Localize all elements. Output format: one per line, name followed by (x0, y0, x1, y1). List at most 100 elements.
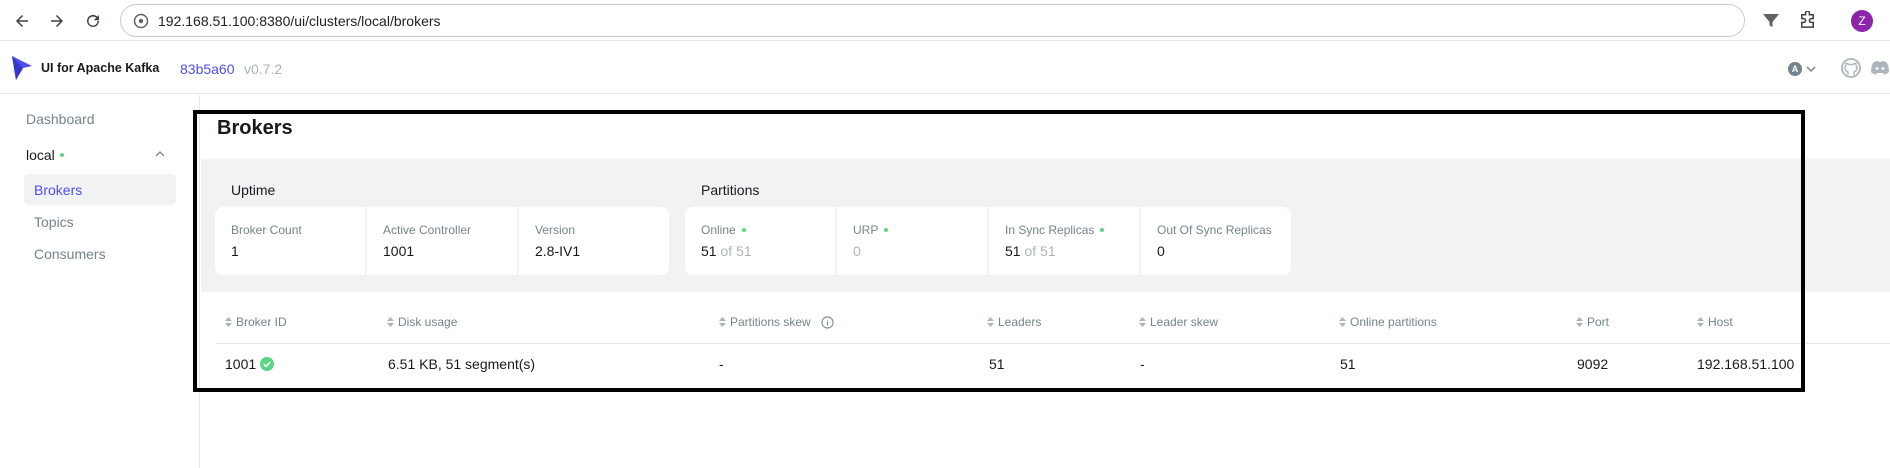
address-bar[interactable]: 192.168.51.100:8380/ui/clusters/local/br… (120, 4, 1745, 37)
in-sync-replicas-card: In Sync Replicas 51 of 51 (989, 207, 1139, 275)
status-dot (1100, 228, 1105, 232)
online-partitions-card: Online 51 of 51 (685, 207, 835, 275)
column-header-host[interactable]: Host (1697, 315, 1733, 329)
sidebar-item-cluster-local[interactable]: local (26, 147, 64, 163)
metric-value: 0 (1157, 243, 1165, 259)
metric-label: URP (853, 223, 973, 237)
uptime-cards: Broker Count 1 Active Controller 1001 Ve… (215, 207, 669, 275)
theme-selector[interactable]: A (1788, 60, 1816, 78)
metrics-band: Uptime Broker Count 1 Active Controller … (201, 159, 1890, 292)
commit-link[interactable]: 83b5a60 (180, 61, 235, 77)
sidebar: Dashboard local Brokers Topics Consumers (0, 95, 200, 468)
reload-icon (87, 14, 99, 27)
sort-icon (1576, 317, 1583, 327)
column-header-label: Partitions skew (730, 315, 811, 329)
metric-label-text: URP (853, 223, 879, 237)
arrow-left-icon (16, 15, 28, 27)
column-header-label: Disk usage (398, 315, 458, 329)
out-of-sync-replicas-card: Out Of Sync Replicas 0 (1141, 207, 1291, 275)
extensions-icon[interactable] (1798, 11, 1817, 30)
partitions-title: Partitions (701, 182, 760, 198)
metric-value: 51 of 51 (701, 243, 821, 259)
chevron-down-icon (1806, 65, 1816, 72)
column-header-disk-usage[interactable]: Disk usage (387, 315, 457, 329)
sort-icon (987, 317, 994, 327)
kafka-ui-logo-icon[interactable] (10, 54, 34, 82)
sidebar-item-brokers[interactable]: Brokers (34, 182, 82, 198)
metric-label: Version (535, 223, 576, 237)
sort-icon (1139, 317, 1146, 327)
arrow-right-icon (51, 15, 63, 27)
metric-label-text: In Sync Replicas (1005, 223, 1095, 237)
cell-leader-skew: - (1140, 356, 1145, 372)
forward-button[interactable] (44, 8, 70, 34)
metric-value-number: 51 (1005, 243, 1021, 259)
column-header-leader-skew[interactable]: Leader skew (1139, 315, 1218, 329)
cell-broker-id[interactable]: 1001 (225, 356, 275, 372)
column-header-broker-id[interactable]: Broker ID (225, 315, 287, 329)
active-controller-card: Active Controller 1001 (367, 207, 517, 275)
version-text: v0.7.2 (244, 61, 283, 77)
urp-card: URP 0 (837, 207, 987, 275)
extension-filter-icon[interactable] (1762, 12, 1780, 28)
cell-disk-usage: 6.51 KB, 51 segment(s) (388, 356, 536, 372)
cluster-online-indicator (59, 153, 64, 157)
cell-leaders: 51 (989, 356, 1005, 372)
sort-icon (719, 317, 726, 327)
github-icon[interactable] (1841, 58, 1861, 78)
column-header-online-partitions[interactable]: Online partitions (1339, 315, 1437, 329)
status-dot (741, 228, 746, 232)
browser-toolbar: 192.168.51.100:8380/ui/clusters/local/br… (0, 0, 1890, 41)
partitions-cards: Online 51 of 51 URP 0 In Sync Replicas 5… (685, 207, 1291, 275)
sort-icon (225, 317, 232, 327)
chevron-up-icon[interactable] (155, 150, 165, 158)
cell-online-partitions: 51 (1340, 356, 1356, 372)
reload-button[interactable] (80, 8, 106, 34)
column-header-label: Online partitions (1350, 315, 1437, 329)
column-header-partitions-skew[interactable]: Partitions skew (719, 315, 834, 329)
profile-avatar[interactable]: Z (1851, 10, 1873, 32)
main-content: Brokers Uptime Broker Count 1 Active Con… (201, 95, 1890, 468)
column-header-port[interactable]: Port (1576, 315, 1609, 329)
metric-value-suffix: of 51 (1024, 243, 1056, 259)
sort-icon (1339, 317, 1346, 327)
app-header: UI for Apache Kafka 83b5a60 v0.7.2 A (0, 42, 1890, 94)
metric-value: 2.8-IV1 (535, 243, 581, 259)
back-button[interactable] (9, 8, 35, 34)
check-circle-icon (260, 357, 275, 371)
metric-label: Online (701, 223, 821, 237)
app-name[interactable]: UI for Apache Kafka (41, 61, 159, 75)
metric-label: Broker Count (231, 223, 302, 237)
column-header-label: Leader skew (1150, 315, 1219, 329)
status-dot (884, 228, 889, 232)
sidebar-item-dashboard[interactable]: Dashboard (26, 111, 95, 127)
discord-icon[interactable] (1870, 58, 1890, 78)
broker-count-card: Broker Count 1 (215, 207, 365, 275)
theme-badge-icon: A (1788, 62, 1802, 76)
sort-icon (1697, 317, 1704, 327)
column-header-leaders[interactable]: Leaders (987, 315, 1041, 329)
sidebar-item-topics[interactable]: Topics (34, 214, 74, 230)
url-text[interactable]: 192.168.51.100:8380/ui/clusters/local/br… (158, 13, 441, 29)
column-header-label: Port (1587, 315, 1610, 329)
broker-id-link[interactable]: 1001 (225, 356, 256, 372)
metric-value: 1 (231, 243, 239, 259)
column-header-label: Broker ID (236, 315, 287, 329)
uptime-title: Uptime (231, 182, 276, 198)
metric-label: Active Controller (383, 223, 472, 237)
metric-value-suffix: of 51 (720, 243, 752, 259)
metric-value: 51 of 51 (1005, 243, 1125, 259)
page-title: Brokers (217, 117, 293, 139)
table-header-divider (217, 343, 1890, 344)
info-icon[interactable] (821, 315, 834, 329)
metric-label-text: Online (701, 223, 736, 237)
site-info-icon[interactable] (133, 13, 149, 29)
cell-host: 192.168.51.100 (1697, 356, 1795, 372)
sort-icon (387, 317, 394, 327)
version-card: Version 2.8-IV1 (519, 207, 669, 275)
column-header-label: Host (1708, 315, 1733, 329)
cell-partitions-skew: - (719, 356, 724, 372)
sidebar-item-consumers[interactable]: Consumers (34, 246, 106, 262)
metric-value: 0 (853, 243, 861, 259)
metric-value: 1001 (383, 243, 415, 259)
